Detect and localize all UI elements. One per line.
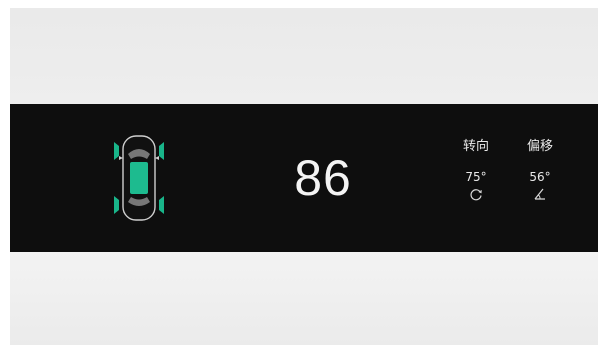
rotate-icon [470, 189, 482, 201]
offset-label: 偏移 [526, 139, 553, 154]
bottom-panel [10, 252, 598, 345]
offset-value: 56° [529, 170, 551, 184]
offset-stat: 偏移 56° [518, 139, 562, 202]
steering-value: 75° [465, 170, 487, 184]
steering-stat: 转向 75° [454, 139, 498, 202]
angle-icon [534, 188, 545, 200]
speed-readout: 86 [294, 150, 352, 206]
car-top-view-icon [114, 135, 164, 221]
top-panel [10, 8, 598, 104]
steering-label: 转向 [462, 139, 489, 154]
